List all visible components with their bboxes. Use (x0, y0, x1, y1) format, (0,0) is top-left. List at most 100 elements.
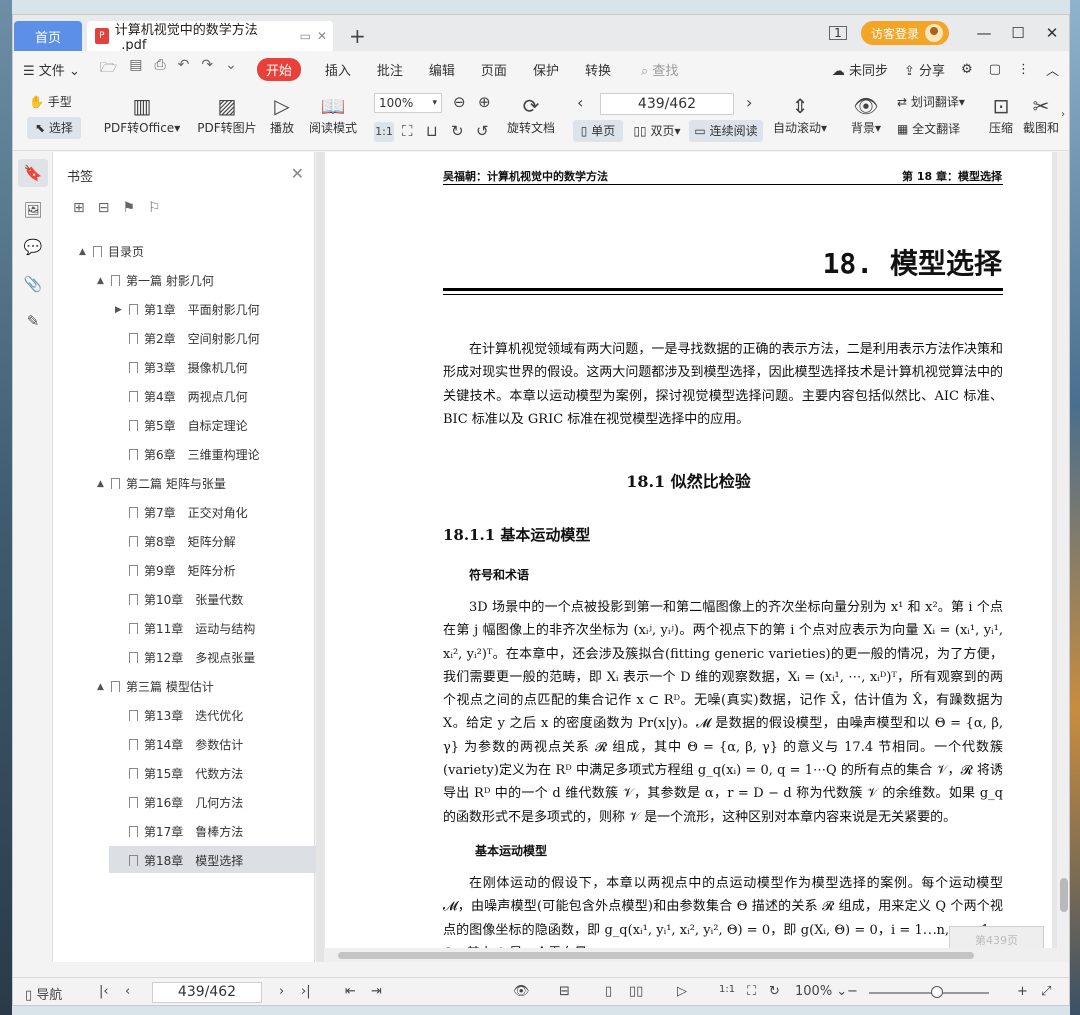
close-window-button[interactable]: ✕ (1035, 24, 1069, 42)
menu-annotate[interactable]: 批注 (377, 60, 403, 79)
zoom-slider-knob[interactable] (931, 986, 943, 998)
rotate-left-icon[interactable]: ↻ (451, 122, 464, 140)
document-tab[interactable]: P 计算机视觉中的数学方法_.pdf ▭✕ (87, 21, 333, 53)
more-quick-icon[interactable]: ⌄ (225, 57, 237, 81)
vertical-scrollbar[interactable] (1057, 152, 1069, 962)
screenshot-button[interactable]: ✂ 截图和 (1023, 93, 1059, 136)
login-button[interactable]: 访客登录 (860, 21, 949, 45)
zoom-slider[interactable] (869, 992, 989, 994)
bookmark-item[interactable]: 第9章 矩阵分析 (53, 556, 314, 585)
add-bookmark-icon[interactable]: ⊞ (73, 200, 85, 216)
toolbar-scroll-icon[interactable]: › (1061, 109, 1065, 120)
double-status-icon[interactable]: ▯▯ (629, 984, 643, 999)
bookmark-item[interactable]: ▲ 第一篇 射影几何 (53, 266, 314, 295)
prev-page-icon[interactable]: ‹ (577, 93, 583, 112)
forward-icon[interactable]: ⇥ (371, 984, 382, 999)
bookmark-item[interactable]: 第11章 运动与结构 (53, 614, 314, 643)
settings-icon[interactable]: ⚙ (961, 62, 973, 77)
bookmark-item[interactable]: ▲ 目录页 (53, 237, 314, 266)
menu-start[interactable]: 开始 (256, 57, 301, 81)
new-tab-button[interactable]: + (349, 24, 366, 48)
print-icon[interactable]: ⎙ (154, 57, 165, 81)
sidebar-splitter[interactable] (316, 152, 324, 962)
document-view[interactable]: 吴福朝：计算机视觉中的数学方法 第 18 章：模型选择 18. 模型选择 在计算… (324, 152, 1069, 962)
zoom-out-status-icon[interactable]: − (847, 984, 858, 999)
comment-panel-icon[interactable]: 💬 (18, 233, 48, 261)
full-translate-button[interactable]: ▦ 全文翻译 (897, 120, 960, 137)
actual-size-icon[interactable]: 1:1 (374, 122, 394, 142)
bookmark-item[interactable]: 第4章 两视点几何 (53, 382, 314, 411)
collapse-arrow-icon[interactable]: ▲ (79, 247, 89, 257)
auto-scroll-button[interactable]: ⇕ 自动滚动▾ (771, 93, 829, 136)
pdf-to-image-button[interactable]: ▨ PDF转图片 (195, 93, 259, 136)
play-button[interactable]: ▷ 播放 (267, 93, 297, 136)
zoom-in-icon[interactable]: ⊕ (478, 93, 491, 111)
menu-edit[interactable]: 编辑 (429, 60, 455, 79)
share-button[interactable]: ⇪ 分享 (904, 60, 945, 79)
menu-page[interactable]: 页面 (481, 60, 507, 79)
double-page-button[interactable]: ▯▯ 双页▾ (629, 120, 685, 142)
close-tab-icon[interactable]: ✕ (317, 29, 333, 43)
save-icon[interactable]: ▤ (129, 57, 142, 81)
collapse-arrow-icon[interactable]: ▲ (97, 479, 107, 489)
expand-arrow-icon[interactable]: ▶ (115, 305, 125, 315)
float-window-icon[interactable]: ▭ (300, 29, 317, 43)
bookmark-item[interactable]: 第14章 参数估计 (53, 730, 314, 759)
prev-page-status-icon[interactable]: ‹ (125, 984, 130, 999)
bookmark-expand-icon[interactable]: ⚑ (122, 200, 135, 216)
zoom-out-icon[interactable]: ⊖ (453, 93, 466, 111)
rotate-document-button[interactable]: ⟳ 旋转文档 (505, 93, 557, 136)
bookmark-item[interactable]: 第7章 正交对角化 (53, 498, 314, 527)
bookmark-item[interactable]: 第10章 张量代数 (53, 585, 314, 614)
word-translate-button[interactable]: ⇄ 划词翻译▾ (897, 93, 965, 110)
bookmark-panel-icon[interactable]: 🔖 (18, 159, 48, 187)
menu-insert[interactable]: 插入 (325, 60, 351, 79)
last-page-icon[interactable]: ›| (301, 984, 311, 999)
play-status-icon[interactable]: ▷ (677, 984, 687, 999)
horizontal-scrollbar[interactable] (324, 948, 1057, 962)
add-child-bookmark-icon[interactable]: ⊟ (98, 200, 110, 216)
close-sidebar-icon[interactable]: ✕ (291, 164, 304, 183)
tab-count-icon[interactable]: 1 (828, 26, 847, 40)
collapse-arrow-icon[interactable]: ▲ (97, 276, 107, 286)
bookmark-item[interactable]: ▲ 第三篇 模型估计 (53, 672, 314, 701)
bookmark-item[interactable]: 第13章 迭代优化 (53, 701, 314, 730)
bookmark-item[interactable]: 第6章 三维重构理论 (53, 440, 314, 469)
nav-toggle[interactable]: ▯ 导航 (25, 984, 62, 1003)
sync-status[interactable]: ☁ 未同步 (832, 60, 888, 79)
continuous-read-button[interactable]: ▭ 连续阅读 (689, 120, 763, 142)
thumbnail-panel-icon[interactable]: 🖼 (18, 196, 48, 224)
background-button[interactable]: 👁 背景▾ (849, 93, 883, 136)
fullscreen-icon[interactable]: ⤢ (1041, 984, 1051, 999)
bookmark-item[interactable]: 第16章 几何方法 (53, 788, 314, 817)
undo-icon[interactable]: ↶ (178, 57, 190, 81)
bookmark-item[interactable]: 第17章 鲁棒方法 (53, 817, 314, 846)
bookmark-item[interactable]: ▲ 第二篇 矩阵与张量 (53, 469, 314, 498)
next-page-status-icon[interactable]: › (279, 984, 284, 999)
select-tool[interactable]: ⬉ 选择 (27, 117, 81, 139)
search-button[interactable]: ⌕ 查找 (641, 60, 678, 79)
bookmark-item[interactable]: ▶ 第1章 平面射影几何 (53, 295, 314, 324)
bookmark-item[interactable]: 第5章 自标定理论 (53, 411, 314, 440)
eye-protection-icon[interactable]: 👁 (513, 984, 530, 999)
continuous-status-icon[interactable]: ⊟ (559, 984, 570, 999)
fit-status-icon[interactable]: ⛶ (747, 984, 756, 999)
rotate-status-icon[interactable]: ↻ (769, 984, 780, 999)
maximize-button[interactable]: ☐ (1001, 24, 1035, 42)
menu-protect[interactable]: 保护 (533, 60, 559, 79)
single-status-icon[interactable]: ▯ (605, 984, 612, 999)
bookmark-item[interactable]: 第12章 多视点张量 (53, 643, 314, 672)
menu-convert[interactable]: 转换 (585, 60, 611, 79)
actual-size-status-icon[interactable]: 1:1 (719, 984, 735, 995)
bookmark-collapse-icon[interactable]: ⚐ (148, 200, 161, 216)
collapse-ribbon-icon[interactable]: ︿ (1046, 60, 1059, 79)
file-menu[interactable]: ☰ 文件 ⌄ (23, 60, 80, 79)
more-icon[interactable]: ⋮ (1017, 62, 1030, 77)
pdf-to-office-button[interactable]: ▥ PDF转Office▾ (103, 93, 181, 136)
zoom-in-status-icon[interactable]: + (1017, 984, 1028, 999)
fit-page-icon[interactable]: ⛶ (402, 122, 413, 140)
comment-icon[interactable]: ▢ (989, 62, 1001, 77)
open-icon[interactable]: 🗁 (100, 57, 117, 81)
back-icon[interactable]: ⇤ (345, 984, 356, 999)
bookmark-item[interactable]: 第15章 代数方法 (53, 759, 314, 788)
